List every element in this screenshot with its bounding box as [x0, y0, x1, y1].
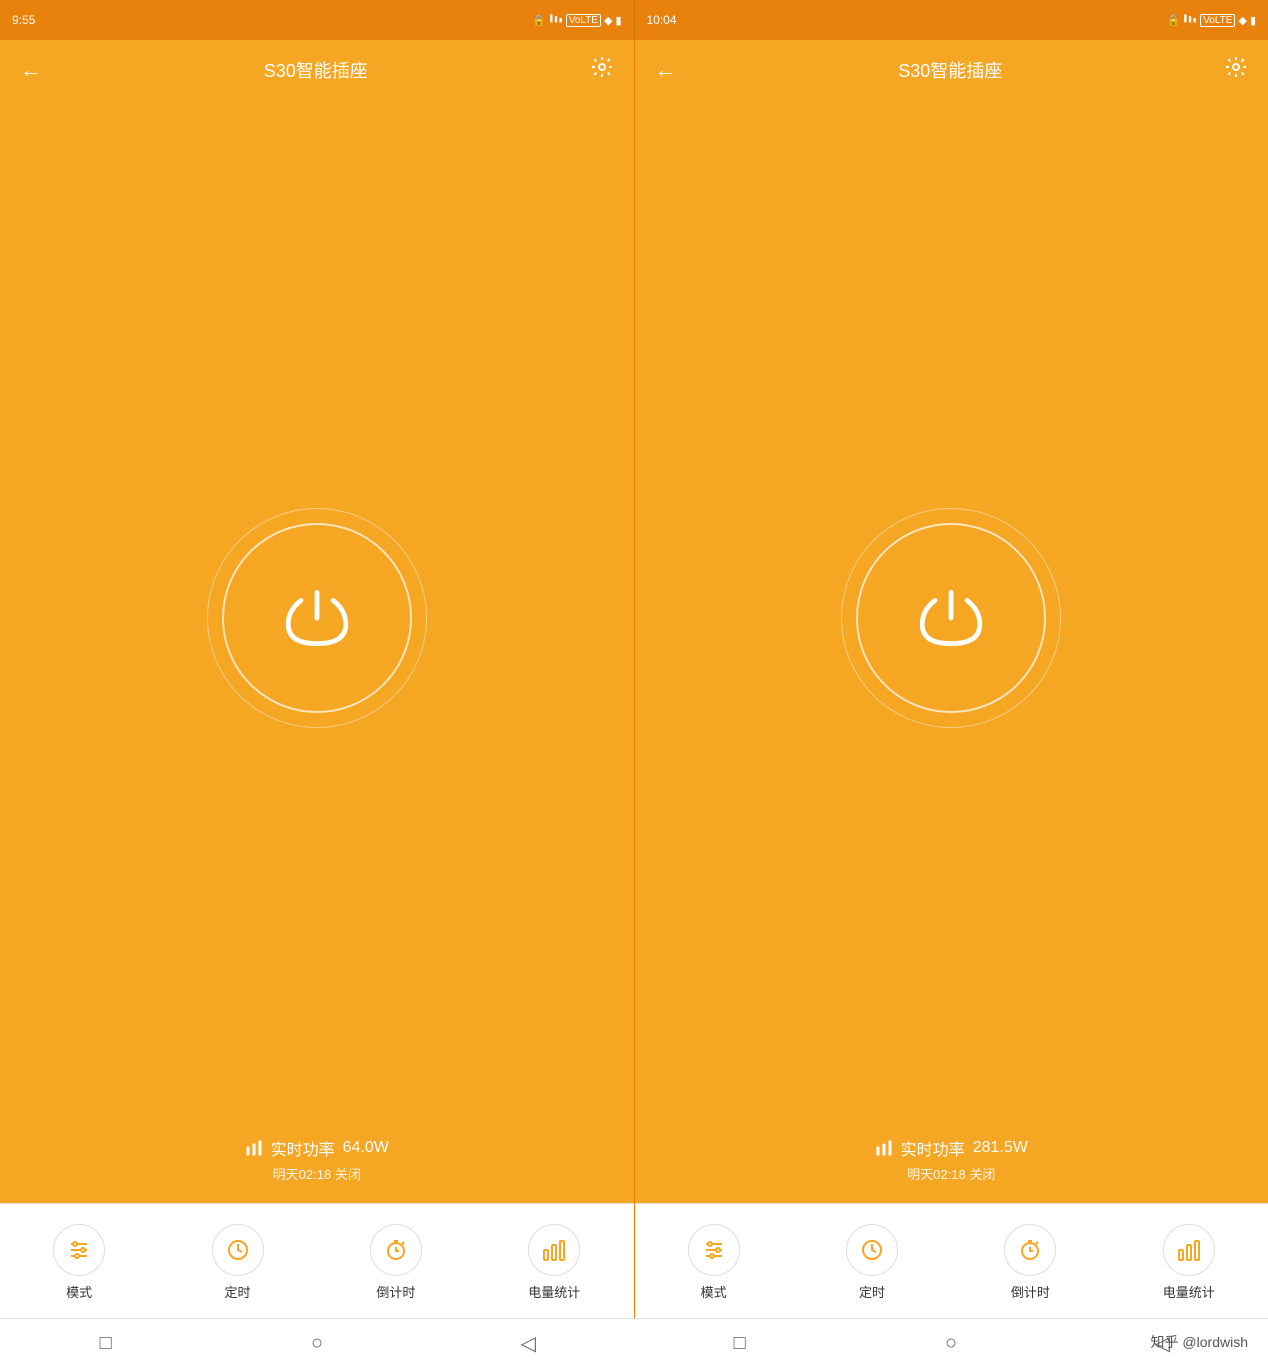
left-toolbar-countdown[interactable]: 倒计时: [366, 1224, 426, 1301]
right-power-label: 实时功率: [901, 1136, 965, 1160]
left-stats-icon-circle: [528, 1224, 580, 1276]
signal-icon-l: 🔒: [532, 14, 546, 27]
left-stopwatch-icon: [384, 1238, 408, 1262]
signal-icon-r: 🔒: [1166, 14, 1180, 27]
watermark-text: 知乎 @lordwish: [1151, 1332, 1248, 1352]
left-settings-button[interactable]: [590, 55, 614, 85]
diamond-icon-l: ◆: [604, 14, 612, 27]
left-power-icon: [277, 578, 357, 658]
left-chart-bar-icon: [245, 1139, 263, 1157]
right-stats-icon-circle: [1163, 1224, 1215, 1276]
right-countdown-icon-circle: [1004, 1224, 1056, 1276]
status-icons-right: 🔒 VoLTE ◆ ▮: [1166, 12, 1256, 29]
nav-square-right[interactable]: □: [720, 1324, 760, 1364]
left-timer-icon-circle: [212, 1224, 264, 1276]
right-schedule: 明天02:18 关闭: [635, 1164, 1268, 1183]
left-sliders-icon: [67, 1238, 91, 1262]
left-toolbar-stats[interactable]: 电量统计: [524, 1224, 584, 1301]
left-stats-icon: [542, 1238, 566, 1262]
nav-circle-right[interactable]: ○: [931, 1324, 971, 1364]
right-mode-label: 模式: [701, 1282, 727, 1301]
right-bottom-toolbar: 模式 定时: [635, 1203, 1268, 1318]
left-power-label: 实时功率: [271, 1136, 335, 1160]
left-power-info: 实时功率 64.0W 明天02:18 关闭: [0, 1136, 634, 1183]
right-phone-screen: ← S30智能插座: [635, 40, 1268, 1318]
right-power-value: 281.5W: [973, 1139, 1028, 1157]
right-power-info: 实时功率 281.5W 明天02:18 关闭: [635, 1136, 1268, 1183]
right-back-button[interactable]: ←: [655, 57, 677, 83]
left-power-outer-ring: [207, 508, 427, 728]
left-clock-icon: [226, 1238, 250, 1262]
left-power-realtime: 实时功率 64.0W: [0, 1136, 634, 1160]
left-header: ← S30智能插座: [0, 40, 634, 100]
left-countdown-icon-circle: [370, 1224, 422, 1276]
right-sliders-icon: [702, 1238, 726, 1262]
left-mode-icon-circle: [53, 1224, 105, 1276]
right-chart-bar-icon: [875, 1139, 893, 1157]
right-toolbar-mode[interactable]: 模式: [684, 1224, 744, 1301]
right-stats-label: 电量统计: [1163, 1282, 1215, 1301]
left-toolbar-timer[interactable]: 定时: [208, 1224, 268, 1301]
left-power-value: 64.0W: [343, 1139, 389, 1157]
right-settings-button[interactable]: [1224, 55, 1248, 85]
left-phone-screen: ← S30智能插座: [0, 40, 635, 1318]
right-toolbar-timer[interactable]: 定时: [842, 1224, 902, 1301]
status-bar-container: 9:55 🔒 VoLTE ◆ ▮ 10:04 🔒 VoLTE ◆ ▮: [0, 0, 1268, 40]
left-bottom-toolbar: 模式 定时: [0, 1203, 634, 1318]
status-bar-left: 9:55 🔒 VoLTE ◆ ▮: [0, 0, 635, 40]
bottom-navigation: □ ○ ◁ □ ○ ◁ 知乎 @lordwish: [0, 1318, 1268, 1368]
battery-icon-r: ▮: [1250, 14, 1256, 27]
right-power-icon: [911, 578, 991, 658]
right-power-button[interactable]: [856, 523, 1046, 713]
nav-circle-left[interactable]: ○: [297, 1324, 337, 1364]
left-timer-label: 定时: [225, 1282, 251, 1301]
diamond-icon-r: ◆: [1238, 14, 1246, 27]
phones-container: ← S30智能插座: [0, 40, 1268, 1318]
wifi-icon-r: [1183, 12, 1197, 29]
right-toolbar-countdown[interactable]: 倒计时: [1000, 1224, 1060, 1301]
right-toolbar-stats[interactable]: 电量统计: [1159, 1224, 1219, 1301]
right-power-area: [635, 100, 1268, 1136]
right-stats-icon: [1177, 1238, 1201, 1262]
left-back-button[interactable]: ←: [20, 57, 42, 83]
left-countdown-label: 倒计时: [376, 1282, 415, 1301]
volte-badge-l: VoLTE: [566, 14, 601, 27]
right-power-outer-ring: [841, 508, 1061, 728]
battery-icon-l: ▮: [615, 14, 621, 27]
right-timer-label: 定时: [859, 1282, 885, 1301]
right-power-realtime: 实时功率 281.5W: [635, 1136, 1268, 1160]
left-title: S30智能插座: [264, 57, 368, 83]
nav-triangle-left[interactable]: ◁: [508, 1324, 548, 1364]
right-header: ← S30智能插座: [635, 40, 1268, 100]
status-bar-right: 10:04 🔒 VoLTE ◆ ▮: [635, 0, 1268, 40]
right-clock-icon: [860, 1238, 884, 1262]
time-right: 10:04: [647, 13, 677, 27]
wifi-icon-l: [549, 12, 563, 29]
left-schedule: 明天02:18 关闭: [0, 1164, 634, 1183]
nav-square-left[interactable]: □: [86, 1324, 126, 1364]
status-icons-left: 🔒 VoLTE ◆ ▮: [532, 12, 622, 29]
right-mode-icon-circle: [688, 1224, 740, 1276]
right-timer-icon-circle: [846, 1224, 898, 1276]
right-title: S30智能插座: [898, 57, 1002, 83]
left-stats-label: 电量统计: [528, 1282, 580, 1301]
time-left: 9:55: [12, 13, 35, 27]
left-toolbar-mode[interactable]: 模式: [49, 1224, 109, 1301]
right-stopwatch-icon: [1018, 1238, 1042, 1262]
left-power-button[interactable]: [222, 523, 412, 713]
left-mode-label: 模式: [66, 1282, 92, 1301]
volte-badge-r: VoLTE: [1200, 14, 1235, 27]
left-power-area: [0, 100, 634, 1136]
right-countdown-label: 倒计时: [1011, 1282, 1050, 1301]
